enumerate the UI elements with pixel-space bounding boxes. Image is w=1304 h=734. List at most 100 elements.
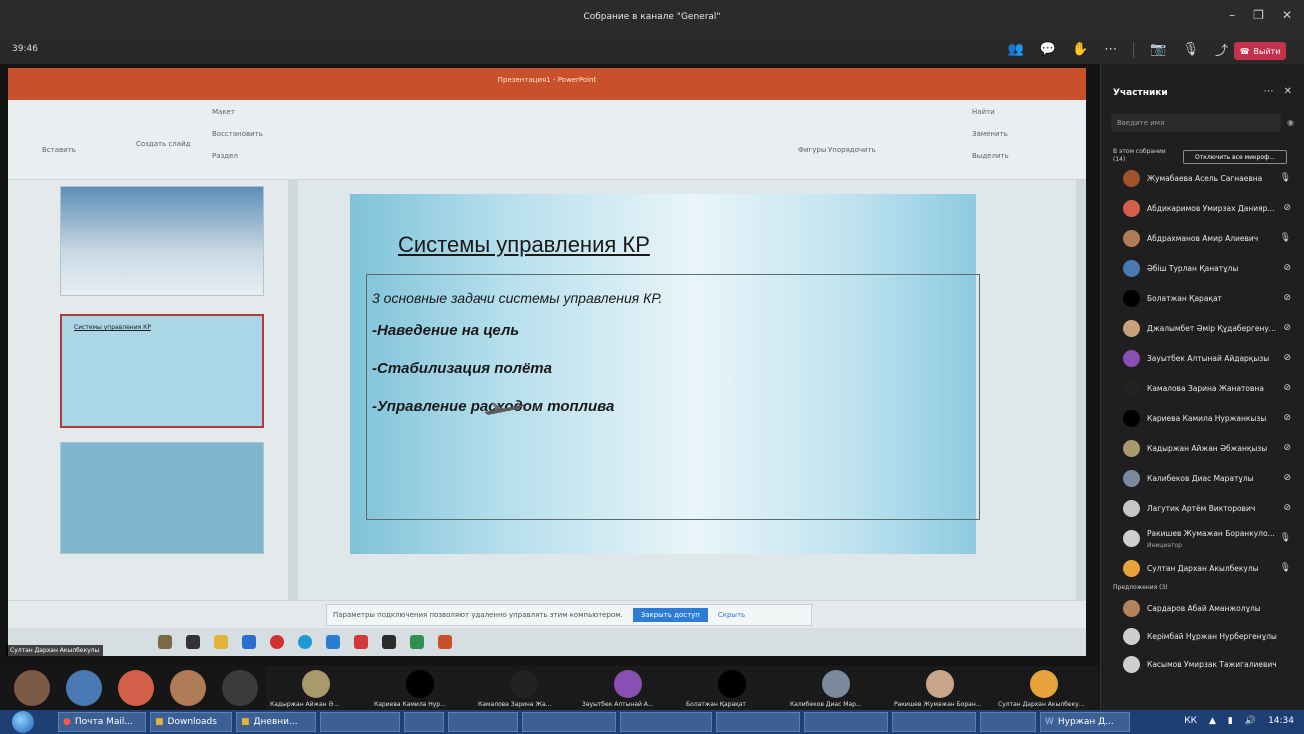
more-options-icon[interactable]: ⋯ [1264, 86, 1274, 97]
participant-avatar[interactable] [14, 670, 50, 706]
suggestion-row[interactable]: Сардаров Абай Аманжолұлы [1101, 594, 1304, 624]
ribbon-find: Найти [972, 108, 995, 116]
taskbar-journal-label: Дневни... [253, 717, 298, 727]
participant-avatar[interactable] [170, 670, 206, 706]
participant-avatar [614, 670, 642, 698]
minimize-icon[interactable]: – [1229, 8, 1235, 22]
volume-icon[interactable]: 🔊 [1245, 716, 1256, 726]
taskbar-mail[interactable]: ● Почта Mail... [58, 712, 146, 732]
hide-link[interactable]: Скрыть [718, 611, 745, 619]
close-icon[interactable]: ✕ [1282, 8, 1292, 22]
close-panel-icon[interactable]: ✕ [1284, 86, 1292, 97]
more-options-icon[interactable]: ⋯ [1104, 42, 1117, 57]
shared-screen-stage: Презентация1 - PowerPoint Вставить Созда… [0, 64, 1100, 666]
ribbon-replace: Заменить [972, 130, 1008, 138]
microphone-icon[interactable]: 🎙 [1182, 42, 1199, 57]
camera-off-icon[interactable]: 📷 [1150, 42, 1166, 57]
taskbar-item[interactable] [320, 712, 400, 732]
participant-row[interactable]: Болатжан Қарақат ⊘ [1101, 284, 1304, 314]
slide-thumbnail-3[interactable] [60, 442, 264, 554]
participant-row[interactable]: Кадыржан Айжан Әбжанқызы ⊘ [1101, 434, 1304, 464]
taskbar-teams[interactable] [620, 712, 712, 732]
suggestion-row[interactable]: Керімбай Нұржан Нурбергенұлы [1101, 622, 1304, 652]
participant-name: Жумабаева Асель Сагнаевна [1147, 174, 1263, 183]
participant-name: Камалова Зарина Жанатовна [1147, 384, 1264, 393]
taskbar-downloads[interactable]: ■ Downloads [150, 712, 232, 732]
clock[interactable]: 14:34 [1268, 716, 1294, 726]
eye-icon[interactable]: ◉ [1287, 118, 1294, 127]
meeting-toolbar: 39:46 👥 💬 ✋ ⋯ 📷 🎙 ⤴ ☎ Выйти [0, 34, 1304, 64]
leave-button[interactable]: ☎ Выйти [1234, 42, 1286, 60]
video-tile[interactable]: Ракишев Жумажан Боран... [890, 666, 994, 710]
participant-avatar[interactable] [222, 670, 258, 706]
participant-row[interactable]: Жумабаева Асель Сагнаевна 🎙 [1101, 164, 1304, 194]
participant-row[interactable]: Ракишев Жумажан Боранкуло... Инициатор 🎙 [1101, 524, 1304, 554]
chat-icon[interactable]: 💬 [1040, 42, 1056, 57]
slide-bullet-2: -Стабилизация полёта [372, 360, 552, 377]
slide-thumbnail-2[interactable]: Системы управления КР [60, 314, 264, 428]
participant-search-input[interactable]: Введите имя [1111, 114, 1281, 132]
maximize-icon[interactable]: ❐ [1253, 8, 1264, 22]
participant-row[interactable]: Калибеков Диас Маратұлы ⊘ [1101, 464, 1304, 494]
tray-expand-icon[interactable]: ▲ [1209, 716, 1216, 726]
remote-access-notification: Параметры подключения позволяют удаленно… [326, 604, 812, 626]
video-tile[interactable]: Калибеков Диас Мар... [786, 666, 890, 710]
raise-hand-icon[interactable]: ✋ [1072, 42, 1088, 57]
in-meeting-label[interactable]: В этом собрании (14) [1113, 148, 1173, 164]
share-screen-icon[interactable]: ⤴ [1215, 40, 1228, 59]
taskbar-word[interactable] [716, 712, 800, 732]
microphone-icon: 🎙 [1279, 233, 1291, 243]
taskbar-item[interactable] [448, 712, 518, 732]
participant-avatar [1123, 260, 1140, 277]
participant-row[interactable]: Султан Дархан Акылбекулы 🎙 [1101, 554, 1304, 584]
taskbar-mail-label: Почта Mail... [74, 717, 133, 727]
suggestion-row[interactable]: Касымов Умирзак Тажигалиевич [1101, 650, 1304, 680]
participant-row[interactable]: Абдикаримов Умирзах Данияр... ⊘ [1101, 194, 1304, 224]
participant-row[interactable]: Әбіш Турлан Қанатұлы ⊘ [1101, 254, 1304, 284]
video-tile-name: Болатжан Қарақат [686, 701, 746, 708]
video-tile[interactable]: Султан Дархан Акылбеку... [994, 666, 1098, 710]
taskbar-word[interactable] [892, 712, 976, 732]
taskbar-teams[interactable] [522, 712, 616, 732]
taskbar-downloads-label: Downloads [167, 717, 217, 727]
taskbar-word-user[interactable]: W Нуржан Д... [1040, 712, 1130, 732]
participant-row[interactable]: Зауытбек Алтынай Айдарқызы ⊘ [1101, 344, 1304, 374]
start-button[interactable] [12, 711, 34, 733]
network-icon[interactable]: ▮ [1228, 716, 1233, 726]
taskbar-word[interactable] [980, 712, 1036, 732]
participant-row[interactable]: Джалымбет Әмір Құдабергену... ⊘ [1101, 314, 1304, 344]
suggestion-name: Керімбай Нұржан Нурбергенұлы [1147, 632, 1277, 641]
participant-row[interactable]: Лагутик Артём Викторович ⊘ [1101, 494, 1304, 524]
slide-thumbnails-pane: Системы управления КР [8, 180, 288, 600]
taskbar-item[interactable] [404, 712, 444, 732]
mute-all-button[interactable]: Отключить все микроф... [1183, 150, 1287, 164]
participant-name: Калибеков Диас Маратұлы [1147, 474, 1254, 483]
participants-icon[interactable]: 👥 [1008, 42, 1024, 57]
participant-avatar [1123, 440, 1140, 457]
windows-taskbar: ● Почта Mail... ■ Downloads ■ Дневни... … [0, 710, 1304, 734]
microphone-muted-icon: ⊘ [1283, 473, 1291, 483]
video-tile[interactable]: Болатжан Қарақат [682, 666, 786, 710]
slide-thumbnail-1[interactable] [60, 186, 264, 296]
remote-taskbar [8, 628, 1086, 656]
video-tile[interactable]: Камалова Зарина Жа... [474, 666, 578, 710]
participant-row[interactable]: Камалова Зарина Жанатовна ⊘ [1101, 374, 1304, 404]
participant-row[interactable]: Абдрахманов Амир Алиевич 🎙 [1101, 224, 1304, 254]
participant-row[interactable]: Кариева Камила Нуржанкызы ⊘ [1101, 404, 1304, 434]
stop-sharing-button[interactable]: Закрыть доступ [632, 608, 708, 622]
video-tile[interactable]: Кадыржан Айжан Ә... [266, 666, 370, 710]
taskbar-word[interactable] [804, 712, 888, 732]
participant-avatar[interactable] [66, 670, 102, 706]
language-indicator[interactable]: КК [1184, 716, 1197, 726]
notification-text: Параметры подключения позволяют удаленно… [333, 611, 623, 619]
participant-avatar[interactable] [118, 670, 154, 706]
taskbar-journal[interactable]: ■ Дневни... [236, 712, 316, 732]
word-icon: W [1045, 717, 1054, 727]
video-tile[interactable]: Зауытбек Алтынай А... [578, 666, 682, 710]
microphone-muted-icon: ⊘ [1283, 203, 1291, 213]
system-tray: КК ▲ ▮ 🔊 14:34 [1184, 716, 1294, 726]
suggestions-label[interactable]: Предложения (3) [1113, 584, 1168, 591]
video-tile-name: Султан Дархан Акылбеку... [998, 701, 1085, 708]
slide-content-box [366, 274, 980, 520]
video-tile[interactable]: Кариева Камила Нур... [370, 666, 474, 710]
